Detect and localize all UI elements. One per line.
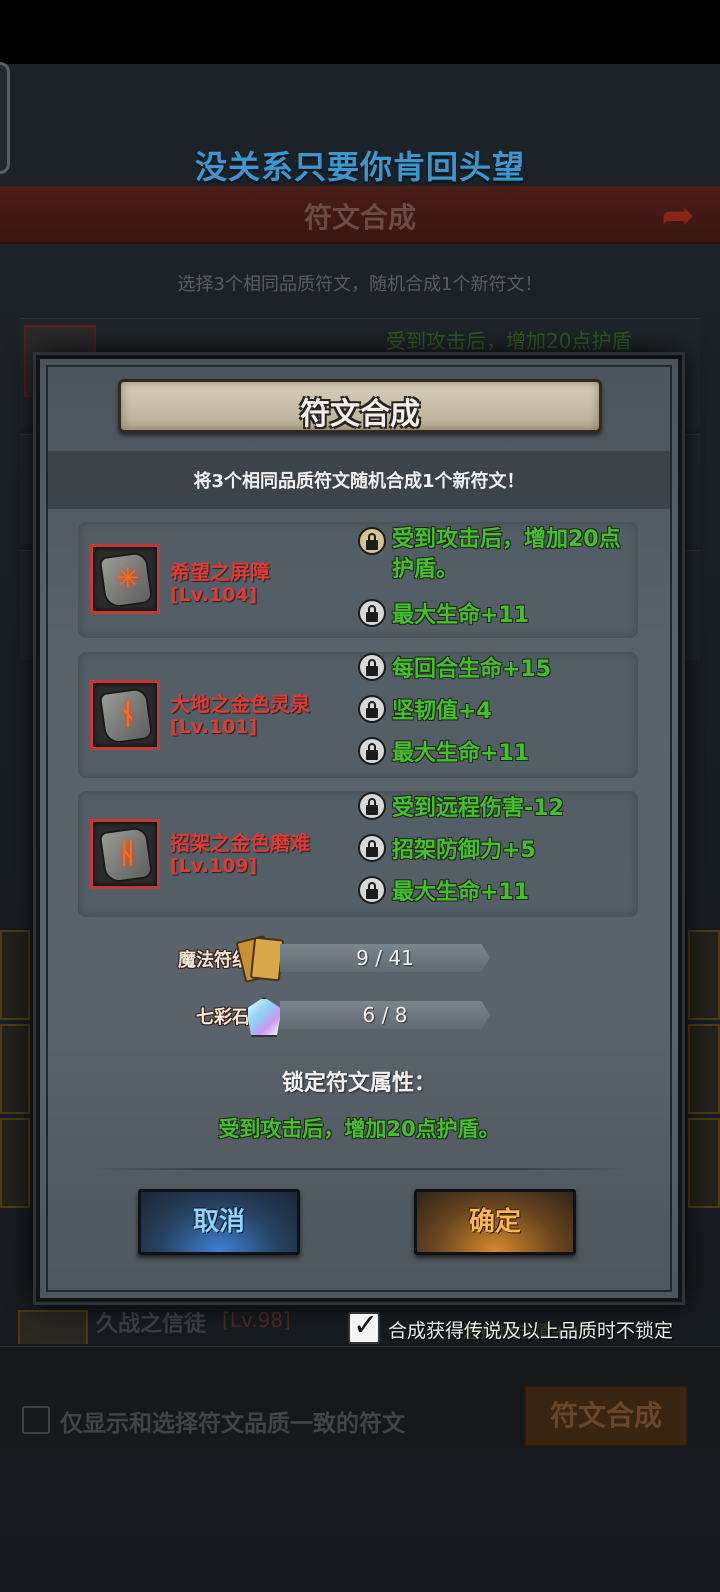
status-bar [0, 0, 720, 64]
attribute-text: 最大生命+11 [392, 741, 530, 766]
dialog-description: 将3个相同品质符文随机合成1个新符文！ [193, 471, 525, 492]
unlock-icon[interactable] [358, 834, 386, 862]
unlock-icon[interactable] [358, 599, 386, 627]
rune-icon: ✳ [90, 544, 160, 614]
background-list-item[interactable] [0, 1024, 30, 1114]
rune-thumbnail [18, 1310, 88, 1344]
attribute-text: 招架防御力+5 [392, 838, 536, 863]
unlock-icon[interactable] [358, 653, 386, 681]
rune-glyph-icon: ᚺ [119, 836, 137, 870]
rune-effect-text: 受到攻击后，增加20点护盾 [386, 329, 632, 353]
unlock-icon[interactable] [358, 695, 386, 723]
quest-banner[interactable]: 没关系只要你肯回头望 [0, 142, 720, 188]
screen-title: 符文合成 [303, 201, 416, 234]
attribute-text: 最大生命+11 [392, 880, 530, 905]
unlock-icon[interactable] [358, 876, 386, 904]
rune-card[interactable]: ᚺ 招架之金色磨难 [Lv.109] 受到远程伤害-12 招架防御力+5 最大生… [78, 791, 638, 917]
checkmark-icon: ✓ [353, 1308, 379, 1343]
rune-glyph-icon: ✳ [116, 561, 140, 595]
back-arrow-icon[interactable]: ➦ [648, 196, 708, 236]
cost-value: 6 / 8 [362, 1003, 408, 1027]
rune-level: [Lv.101] [170, 716, 258, 738]
attribute-text: 最大生命+11 [392, 603, 530, 628]
confirm-button[interactable]: 确定 [414, 1189, 576, 1255]
auto-unlock-checkbox[interactable]: ✓ [348, 1308, 380, 1344]
background-list-item[interactable] [0, 930, 30, 1020]
cancel-button[interactable]: 取消 [138, 1189, 300, 1255]
cost-row-paper: 魔法符纸 9 / 41 [140, 934, 540, 984]
filter-checkbox-label: 仅显示和选择符文品质一致的符文 [60, 1411, 405, 1437]
attribute-text: 坚韧值+4 [392, 699, 492, 724]
background-list-item[interactable] [688, 1024, 720, 1114]
rune-card[interactable]: ✳ 希望之屏障 [Lv.104] 受到攻击后，增加20点护盾。 最大生命+11 [78, 522, 638, 638]
background-list-item[interactable] [688, 930, 720, 1020]
rune-name: 希望之屏障 [170, 560, 270, 584]
rune-level: [Lv.109] [170, 855, 258, 877]
rune-icon: ᚾ [90, 680, 160, 750]
rune-card[interactable]: ᚾ 大地之金色灵泉 [Lv.101] 每回合生命+15 坚韧值+4 最大生命+1… [78, 652, 638, 778]
rune-icon: ᚺ [90, 819, 160, 889]
lock-icon[interactable] [358, 527, 386, 555]
rune-name: 久战之信徒 [96, 1312, 207, 1337]
attribute-text: 受到攻击后，增加20点护盾。 [392, 527, 621, 582]
paper-icon [235, 934, 286, 984]
dialog-title: 符文合成 [300, 397, 420, 432]
rune-synthesize-button[interactable]: 符文合成 [524, 1385, 688, 1447]
background-list-item[interactable] [688, 1118, 720, 1208]
unlock-icon[interactable] [358, 737, 386, 765]
game-screen: 没关系只要你肯回头望 符文合成 ➦ 选择3个相同品质符文，随机合成1个新符文！ … [0, 0, 720, 1592]
cost-value: 9 / 41 [356, 946, 414, 970]
divider [90, 1168, 630, 1170]
rune-glyph-icon: ᚾ [119, 697, 137, 731]
rune-level: [Lv.98] [222, 1308, 291, 1332]
filter-checkbox[interactable] [22, 1406, 50, 1434]
attribute-text: 受到远程伤害-12 [392, 796, 564, 821]
auto-unlock-checkbox-label: 合成获得传说及以上品质时不锁定 [388, 1320, 674, 1342]
attribute-text: 每回合生命+15 [392, 657, 552, 682]
cost-row-gem: 七彩石 6 / 8 [140, 991, 540, 1039]
locked-attributes-title: 锁定符文属性： [281, 1071, 436, 1096]
unlock-icon[interactable] [358, 792, 386, 820]
rune-name: 大地之金色灵泉 [170, 692, 310, 716]
rune-name: 招架之金色磨难 [170, 831, 310, 855]
locked-attribute-value: 受到攻击后，增加20点护盾。 [218, 1117, 500, 1141]
background-list-item[interactable] [0, 1118, 30, 1208]
screen-subtitle: 选择3个相同品质符文，随机合成1个新符文！ [177, 274, 543, 295]
rune-synthesis-dialog: 符文合成 将3个相同品质符文随机合成1个新符文！ ✳ 希望之屏障 [Lv.104… [36, 355, 682, 1302]
rune-level: [Lv.104] [170, 584, 258, 606]
